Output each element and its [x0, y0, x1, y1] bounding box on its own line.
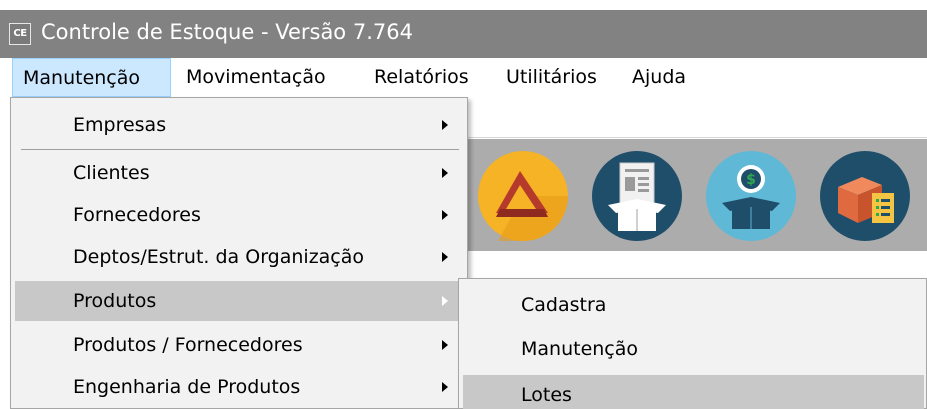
- menu-item-label: Deptos/Estrut. da Organização: [73, 246, 365, 268]
- invoice-box-icon[interactable]: [592, 151, 682, 241]
- menu-item-clientes[interactable]: Clientes: [15, 153, 463, 193]
- menu-item-label: Engenharia de Produtos: [73, 376, 301, 398]
- manutencao-menu: Empresas Clientes Fornecedores Deptos/Es…: [10, 97, 468, 409]
- menu-item-label: Produtos: [73, 290, 157, 312]
- menu-item-label: Clientes: [73, 162, 150, 184]
- menu-item-empresas[interactable]: Empresas: [15, 105, 463, 145]
- menu-item-produtos[interactable]: Produtos: [15, 281, 463, 321]
- menu-item-label: Manutenção: [521, 338, 639, 360]
- submenu-arrow-icon: [442, 296, 448, 306]
- menu-utilitarios[interactable]: Utilitários: [506, 58, 597, 97]
- menu-item-label: Lotes: [521, 384, 572, 406]
- submenu-arrow-icon: [442, 168, 448, 178]
- menu-item-label: Empresas: [73, 114, 167, 136]
- menu-item-label: Produtos / Fornecedores: [73, 334, 303, 356]
- menu-item-label: Cadastra: [521, 294, 607, 316]
- submenu-arrow-icon: [442, 382, 448, 392]
- menu-bar: Manutenção Movimentação Relatórios Utili…: [0, 58, 927, 97]
- svg-text:$: $: [746, 172, 756, 188]
- money-box-icon[interactable]: $: [706, 151, 796, 241]
- menu-ajuda[interactable]: Ajuda: [632, 58, 686, 97]
- submenu-arrow-icon: [442, 120, 448, 130]
- menu-separator: [21, 149, 459, 150]
- menu-item-fornecedores[interactable]: Fornecedores: [15, 195, 463, 235]
- submenu-item-cadastra[interactable]: Cadastra: [463, 285, 924, 325]
- menu-manutencao[interactable]: Manutenção: [12, 58, 171, 97]
- menu-item-label: Fornecedores: [73, 204, 201, 226]
- menu-item-deptos[interactable]: Deptos/Estrut. da Organização: [15, 237, 463, 277]
- window-title: Controle de Estoque - Versão 7.764: [41, 20, 413, 44]
- toolbar: $: [466, 139, 927, 251]
- menu-item-produtos-fornecedores[interactable]: Produtos / Fornecedores: [15, 325, 463, 365]
- submenu-item-manutencao[interactable]: Manutenção: [463, 329, 924, 369]
- address-strip: [466, 100, 927, 138]
- menu-item-engenharia-produtos[interactable]: Engenharia de Produtos: [15, 367, 463, 407]
- menu-movimentacao[interactable]: Movimentação: [186, 58, 326, 97]
- box-checklist-icon[interactable]: [820, 151, 910, 241]
- app-icon[interactable]: CE: [9, 23, 31, 45]
- submenu-arrow-icon: [442, 340, 448, 350]
- submenu-item-lotes[interactable]: Lotes: [463, 375, 924, 409]
- title-bar[interactable]: CE Controle de Estoque - Versão 7.764: [0, 10, 927, 58]
- submenu-arrow-icon: [442, 210, 448, 220]
- shapes-icon[interactable]: [478, 151, 568, 241]
- produtos-submenu: Cadastra Manutenção Lotes: [458, 278, 927, 409]
- menu-relatorios[interactable]: Relatórios: [374, 58, 469, 97]
- submenu-arrow-icon: [442, 252, 448, 262]
- content-area: [466, 251, 927, 277]
